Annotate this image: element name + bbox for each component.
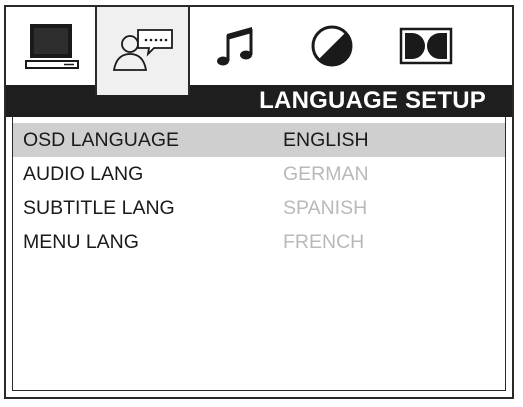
row-value: SPANISH: [283, 197, 368, 219]
row-value: ENGLISH: [283, 129, 369, 151]
page-title: LANGUAGE SETUP: [259, 87, 486, 114]
contrast-circle-icon: [311, 25, 352, 67]
tab-video[interactable]: [284, 7, 379, 85]
row-label: OSD LANGUAGE: [23, 129, 180, 151]
music-note-icon: [216, 27, 252, 66]
tab-bar: [6, 7, 512, 95]
settings-list: OSD LANGUAGE ENGLISH AUDIO LANG GERMAN S…: [12, 117, 506, 391]
menu-row-subtitle-lang[interactable]: SUBTITLE LANG SPANISH: [13, 191, 505, 225]
tab-language[interactable]: [95, 7, 190, 95]
tab-dolby[interactable]: [378, 7, 473, 85]
menu-row-audio-lang[interactable]: AUDIO LANG GERMAN: [13, 157, 505, 191]
row-label: SUBTITLE LANG: [23, 197, 175, 219]
menu-row-menu-lang[interactable]: MENU LANG FRENCH: [13, 225, 505, 259]
row-value: GERMAN: [283, 163, 369, 185]
title-bar: LANGUAGE SETUP: [6, 85, 512, 117]
menu-row-osd-language[interactable]: OSD LANGUAGE ENGLISH: [13, 123, 505, 157]
monitor-icon: [24, 24, 79, 69]
row-label: MENU LANG: [23, 231, 139, 253]
tab-audio[interactable]: [189, 7, 284, 85]
row-value: FRENCH: [283, 231, 365, 253]
row-label: AUDIO LANG: [23, 163, 144, 185]
dolby-icon: [399, 27, 452, 65]
tab-general[interactable]: [6, 7, 101, 85]
setup-menu-window: LANGUAGE SETUP OSD LANGUAGE ENGLISH AUDI…: [4, 5, 514, 399]
person-speech-icon: [112, 29, 173, 71]
